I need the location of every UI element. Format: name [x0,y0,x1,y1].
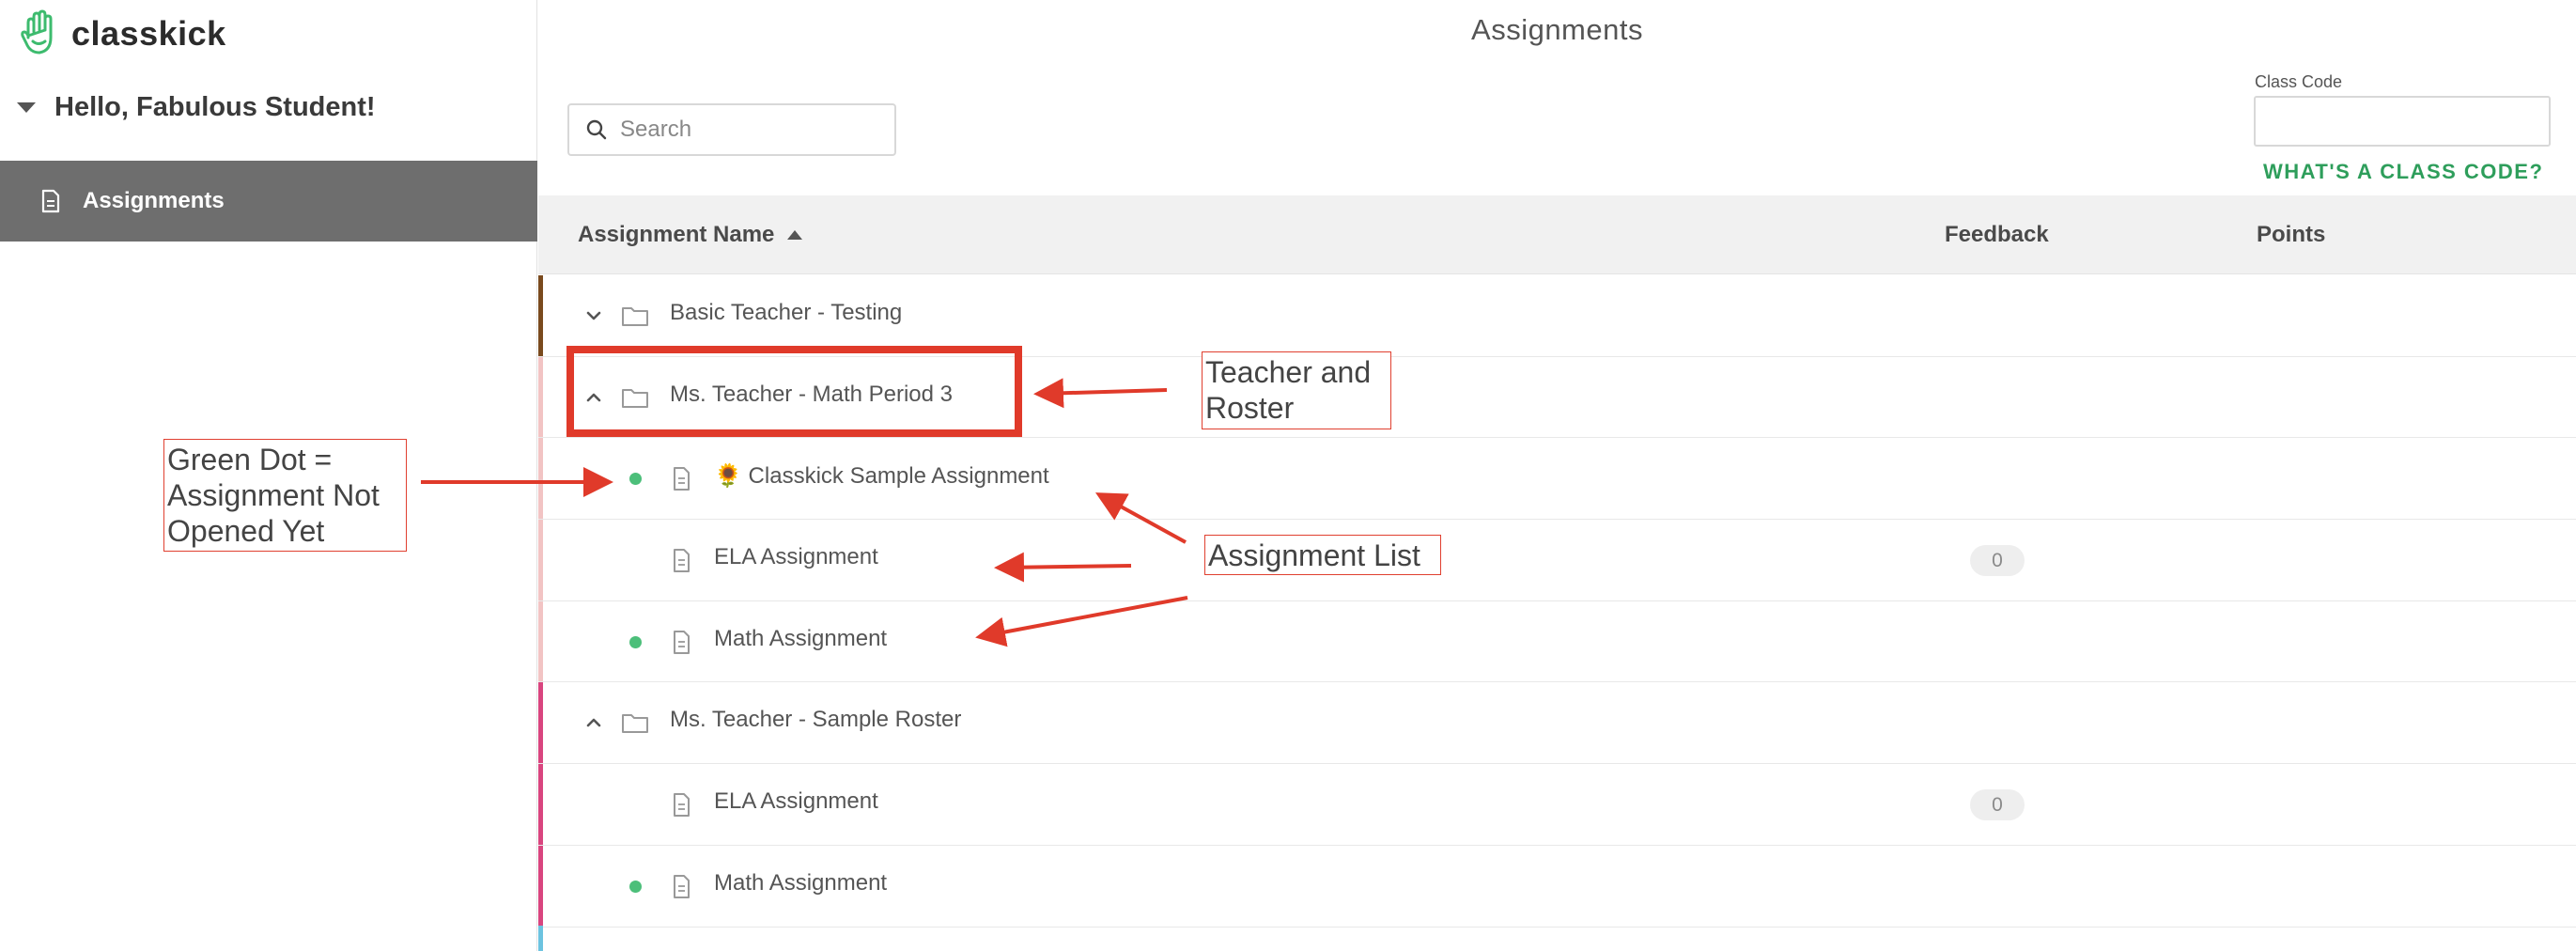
assignment-label: Math Assignment [714,869,888,896]
column-header-name-label: Assignment Name [578,222,775,247]
column-header-name[interactable]: Assignment Name [578,195,803,274]
column-header-points[interactable]: Points [2257,195,2325,274]
page-title: Assignments [1471,13,1643,46]
row-color-bar [538,845,543,927]
assignment-row[interactable]: ELA Assignment 0 [538,520,2576,601]
main-content: Assignments Class Code WHAT'S A CLASS CO… [538,0,2576,951]
assignment-label: ELA Assignment [714,544,878,570]
sort-ascending-icon [787,230,803,240]
search-box[interactable] [567,103,896,156]
column-header-feedback[interactable]: Feedback [1945,195,2049,274]
row-color-bar [538,600,543,682]
assignment-label: Math Assignment [714,625,888,651]
folder-icon [622,714,648,734]
annotation-teacher-roster: Teacher and Roster [1202,351,1391,429]
row-color-bar [538,764,543,845]
unopened-dot-icon [629,880,642,893]
logo-text: classkick [71,14,226,53]
chevron-down-icon[interactable] [582,304,606,328]
row-color-bar [538,520,543,600]
document-icon [674,549,690,573]
annotation-green-dot: Green Dot = Assignment Not Opened Yet [163,439,407,552]
assignment-label: ELA Assignment [714,788,878,815]
document-icon [674,467,690,491]
greeting-text: Hello, Fabulous Student! [54,92,376,122]
row-color-bar [538,356,543,438]
row-color-bar [538,926,543,951]
user-menu[interactable]: Hello, Fabulous Student! [17,92,376,123]
row-color-bar [538,438,543,520]
highlight-box [566,346,1022,437]
folder-label: Ms. Teacher - Sample Roster [670,707,962,733]
search-icon [586,119,607,140]
hand-icon [21,9,53,55]
row-color-bar [538,275,543,356]
unopened-dot-icon [629,635,642,648]
assignment-row[interactable]: ELA Assignment 0 [538,764,2576,846]
chevron-up-icon[interactable] [582,710,606,735]
class-code-label: Class Code [2255,72,2343,91]
document-icon [674,630,690,654]
folder-icon [622,307,648,326]
caret-down-icon [17,102,36,113]
search-input[interactable] [620,117,883,143]
document-icon [674,874,690,898]
folder-label: Basic Teacher - Testing [670,300,903,325]
assignment-row[interactable]: Math Assignment [538,600,2576,683]
assignment-label: 🌻 Classkick Sample Assignment [714,463,1049,490]
sidebar-item-label: Assignments [83,188,225,213]
row-color-bar [538,682,543,764]
document-icon [41,189,60,213]
class-code-help-link[interactable]: WHAT'S A CLASS CODE? [2263,160,2543,184]
unopened-dot-icon [629,473,642,486]
logo[interactable]: classkick [19,8,226,60]
sidebar-item-assignments[interactable]: Assignments [0,161,537,242]
table-header: Assignment Name Feedback Points [538,195,2576,274]
folder-row[interactable]: Basic Teacher - Testing [538,275,2576,357]
folder-row[interactable]: Ms. Teacher - Sample Roster [538,682,2576,765]
annotation-assignment-list: Assignment List [1204,535,1441,575]
feedback-count-badge: 0 [1970,545,2025,577]
feedback-count-badge: 0 [1970,789,2025,821]
assignment-row[interactable]: 🌻 Classkick Sample Assignment [538,438,2576,521]
class-code-input[interactable] [2254,96,2551,147]
document-icon [674,793,690,818]
assignment-row[interactable]: Math Assignment [538,845,2576,928]
